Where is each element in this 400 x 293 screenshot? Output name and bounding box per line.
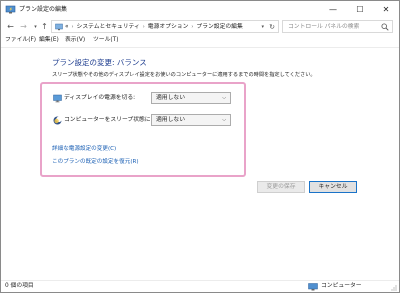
- advanced-settings-link[interactable]: 詳細な電源設定の変更(C): [52, 145, 116, 154]
- search-box[interactable]: コントロール パネルの検索: [282, 20, 393, 33]
- chevron-down-icon: ⌵: [222, 95, 226, 101]
- menu-tools[interactable]: ツール(T): [93, 36, 118, 45]
- back-arrow-icon[interactable]: ←: [5, 21, 16, 32]
- save-button[interactable]: 変更の保存: [257, 181, 305, 193]
- forward-arrow-icon[interactable]: →: [18, 21, 29, 32]
- cancel-button[interactable]: キャンセル: [309, 181, 357, 193]
- sleep-dropdown[interactable]: 適用しない ⌵: [151, 114, 231, 126]
- close-button[interactable]: ✕: [373, 1, 399, 18]
- breadcrumb-power-options[interactable]: 電源オプション: [148, 24, 189, 30]
- menu-view[interactable]: 表示(V): [65, 36, 85, 45]
- item-count: 0 個の項目: [5, 283, 34, 289]
- resize-grip-icon[interactable]: [390, 284, 397, 291]
- status-location: コンピューター: [321, 283, 362, 289]
- sleep-label: コンピューターをスリープ状態にする:: [64, 117, 165, 123]
- display-off-label: ディスプレイの電源を切る:: [64, 95, 136, 101]
- monitor-icon: [53, 94, 62, 103]
- address-history-chevron-icon[interactable]: ▾: [261, 22, 264, 32]
- display-off-value: 適用しない: [156, 95, 185, 101]
- status-bar: 0 個の項目 コンピューター: [1, 280, 399, 292]
- power-options-icon: [5, 5, 16, 14]
- breadcrumb: «› システムとセキュリティ › 電源オプション › プラン設定の編集: [65, 22, 243, 32]
- divider: [1, 47, 399, 48]
- search-icon[interactable]: [381, 23, 389, 31]
- moon-icon: [53, 116, 62, 125]
- navigation-bar: ← → ▾ ↑ «› システムとセキュリティ › 電源オプション › プラン設定の編集 ▾…: [1, 18, 399, 35]
- control-panel-window: プラン設定の編集 — ☐ ✕ ← → ▾ ↑ «› システムとセキュリティ › 電源オ…: [0, 0, 400, 293]
- menu-bar: ファイル(F) 編集(E) 表示(V) ツール(T): [1, 35, 399, 46]
- window-title: プラン設定の編集: [19, 6, 68, 13]
- breadcrumb-overflow[interactable]: «: [65, 24, 69, 30]
- control-panel-icon: [55, 23, 63, 31]
- up-arrow-icon[interactable]: ↑: [39, 21, 50, 32]
- menu-edit[interactable]: 編集(E): [39, 36, 59, 45]
- breadcrumb-edit-plan[interactable]: プラン設定の編集: [196, 24, 242, 30]
- computer-icon: [308, 283, 318, 291]
- page-description: スリープ状態やその他のディスプレイ設定をお使いのコンピューターに適用するまでの時…: [52, 72, 316, 78]
- maximize-button[interactable]: ☐: [347, 1, 373, 18]
- breadcrumb-separator-icon[interactable]: ›: [143, 24, 145, 30]
- address-box[interactable]: «› システムとセキュリティ › 電源オプション › プラン設定の編集 ▾ ↻: [51, 20, 279, 33]
- breadcrumb-separator-icon[interactable]: ›: [191, 24, 193, 30]
- refresh-icon[interactable]: ↻: [269, 22, 275, 32]
- breadcrumb-system-security[interactable]: システムとセキュリティ: [77, 24, 140, 30]
- chevron-down-icon: ⌵: [222, 117, 226, 123]
- minimize-button[interactable]: —: [320, 1, 346, 18]
- breadcrumb-separator-icon[interactable]: ›: [72, 24, 74, 30]
- restore-defaults-link[interactable]: このプランの既定の設定を復元(R): [52, 158, 139, 167]
- title-bar: プラン設定の編集 — ☐ ✕: [1, 1, 399, 18]
- page-title: プラン設定の変更: バランス: [52, 58, 147, 67]
- search-input[interactable]: コントロール パネルの検索: [288, 22, 359, 32]
- menu-file[interactable]: ファイル(F): [5, 36, 36, 45]
- sleep-value: 適用しない: [156, 117, 185, 123]
- display-off-dropdown[interactable]: 適用しない ⌵: [151, 92, 231, 104]
